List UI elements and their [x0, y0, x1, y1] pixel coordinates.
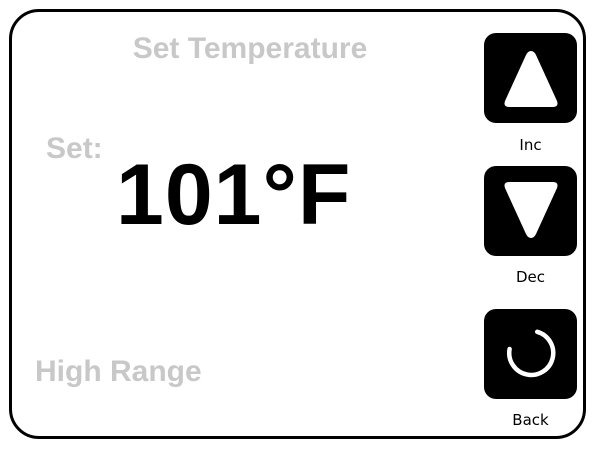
triangle-down-icon	[504, 182, 557, 238]
set-label: Set:	[46, 132, 103, 165]
dec-button[interactable]	[484, 166, 577, 256]
inc-button[interactable]	[484, 33, 577, 123]
back-button[interactable]	[484, 309, 577, 399]
circular-arrow-icon	[506, 329, 555, 378]
back-label: Back	[512, 411, 549, 429]
inc-label: Inc	[519, 136, 542, 154]
temperature-value: 101°F	[116, 147, 352, 243]
range-label: High Range	[35, 355, 202, 388]
triangle-up-icon	[504, 51, 557, 107]
dec-label: Dec	[515, 268, 546, 286]
screen-title: Set Temperature	[132, 32, 368, 65]
